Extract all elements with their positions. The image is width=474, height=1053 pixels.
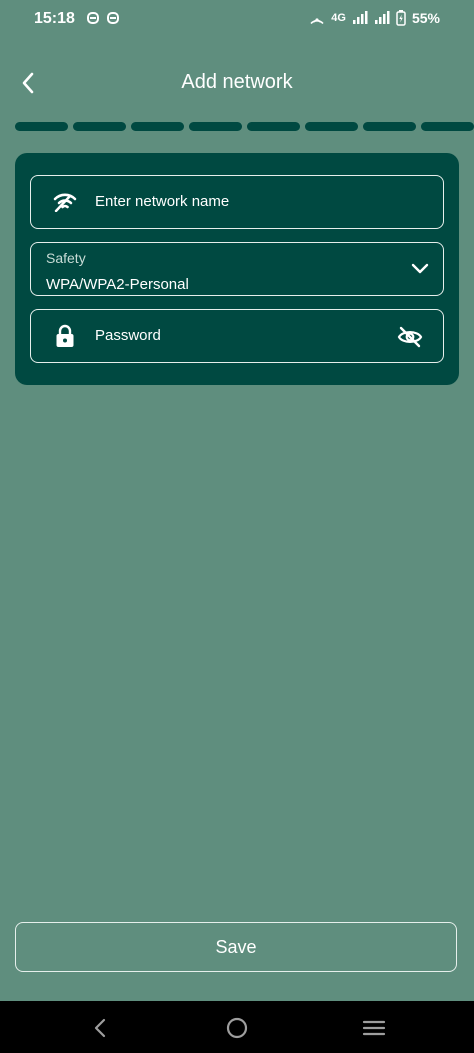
- progress-segment: [131, 122, 184, 131]
- status-time: 15:18: [34, 10, 75, 27]
- safety-label: Safety: [46, 250, 86, 266]
- network-form-card: Safety WPA/WPA2-Personal: [15, 153, 459, 385]
- network-name-input[interactable]: [95, 193, 395, 210]
- system-navigation-bar: [0, 1001, 474, 1053]
- nav-back-button[interactable]: [87, 1015, 113, 1041]
- progress-segment: [305, 122, 358, 131]
- network-type-label: 4G: [331, 12, 346, 24]
- app-bar: Add network: [0, 55, 474, 111]
- nav-menu-icon: [362, 1020, 386, 1036]
- page-title: Add network: [181, 71, 293, 93]
- nav-home-icon: [226, 1017, 248, 1039]
- progress-segment: [363, 122, 416, 131]
- nav-back-icon: [94, 1018, 106, 1038]
- status-notification-icons: [86, 11, 120, 25]
- progress-segment: [189, 122, 242, 131]
- eye-off-icon[interactable]: [397, 324, 423, 350]
- safety-value: WPA/WPA2-Personal: [46, 276, 189, 293]
- nav-recents-button[interactable]: [361, 1015, 387, 1041]
- chevron-down-icon[interactable]: [409, 258, 431, 280]
- notification-icon: [87, 12, 99, 24]
- signal-icon: [352, 11, 368, 24]
- wifi-icon: [53, 190, 77, 214]
- hotspot-icon: [310, 18, 324, 25]
- password-field[interactable]: [30, 309, 444, 363]
- status-system-icons: 4G 55%: [309, 10, 440, 26]
- password-input[interactable]: [95, 327, 395, 344]
- save-button[interactable]: Save: [15, 922, 457, 972]
- network-name-field[interactable]: [30, 175, 444, 229]
- signal-icon: [374, 11, 390, 24]
- progress-segment: [15, 122, 68, 131]
- status-bar: 15:18 4G 55%: [0, 0, 474, 40]
- notification-icon: [107, 12, 119, 24]
- lock-icon: [53, 324, 77, 348]
- battery-charging-icon: [396, 10, 406, 26]
- progress-steps: [15, 122, 474, 131]
- progress-segment: [421, 122, 474, 131]
- progress-segment: [247, 122, 300, 131]
- nav-home-button[interactable]: [224, 1015, 250, 1041]
- progress-track: [15, 122, 474, 131]
- battery-level: 55%: [411, 10, 440, 26]
- safety-select[interactable]: Safety WPA/WPA2-Personal: [30, 242, 444, 296]
- progress-segment: [73, 122, 126, 131]
